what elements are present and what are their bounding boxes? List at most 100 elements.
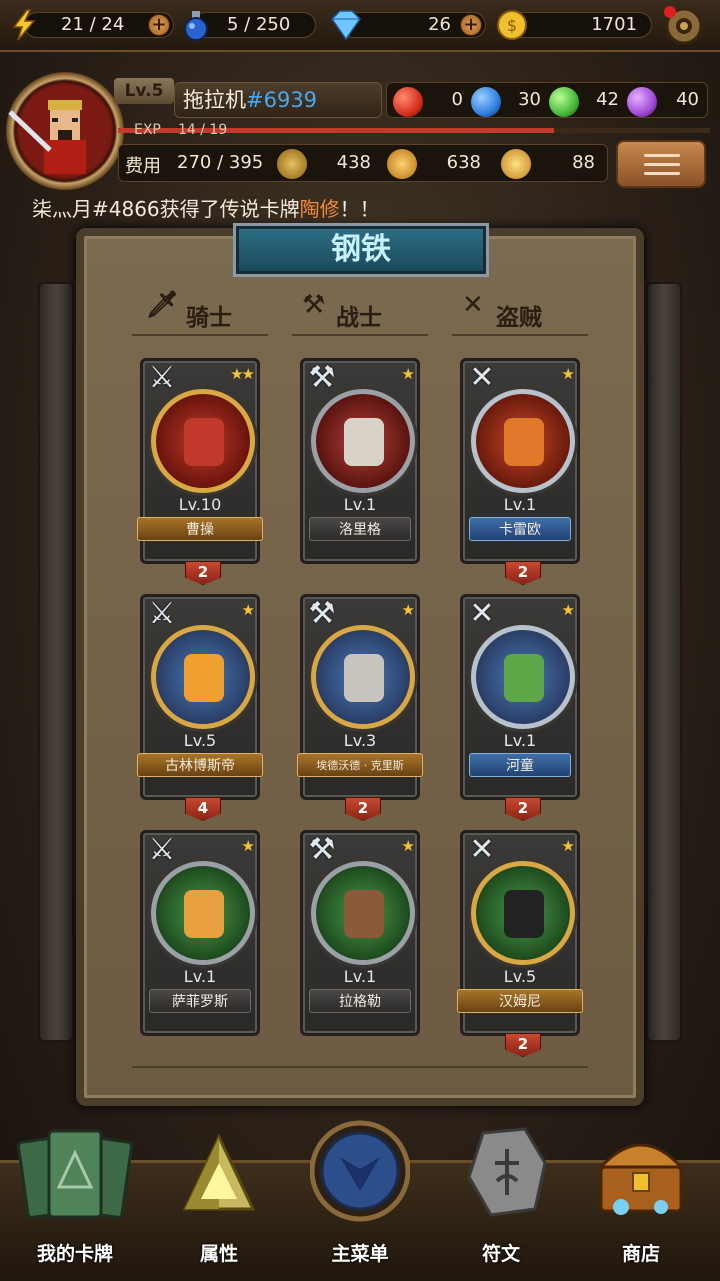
- hero-portrait: [471, 861, 575, 965]
- star-rating-icon: ★: [561, 365, 576, 383]
- defense-value: 638: [446, 152, 481, 173]
- ticker-suffix: ！！: [339, 197, 380, 221]
- board-title: 钢铁: [236, 226, 486, 274]
- card-name: 埃德沃德 · 克里斯: [297, 753, 423, 777]
- diamond-icon: [326, 9, 361, 41]
- nav-label: 属性: [199, 1243, 238, 1265]
- card-name: 卡雷欧: [469, 517, 571, 541]
- gold-value: 1701: [510, 12, 652, 38]
- warlord-portrait-icon: [8, 100, 86, 174]
- nav-label: 我的卡牌: [36, 1243, 113, 1265]
- card-name: 汉姆尼: [457, 989, 583, 1013]
- card-level: Lv.1: [343, 967, 377, 986]
- energy-add-button[interactable]: +: [148, 14, 170, 36]
- card-level: Lv.5: [183, 731, 217, 750]
- star-rating-icon: ★: [241, 601, 256, 619]
- class-header-knight: 🗡 骑士: [146, 290, 276, 331]
- hero-portrait: [471, 389, 575, 493]
- gem-counters: 0 30 42 40: [386, 82, 708, 118]
- card-level: Lv.1: [183, 967, 217, 986]
- card-name: 河童: [469, 753, 571, 777]
- hero-card[interactable]: ✕ ★ Lv.1 卡雷欧 2: [460, 358, 580, 585]
- cost-value: 270 / 395: [177, 152, 264, 173]
- menu-line-icon: [644, 172, 680, 175]
- card-level: Lv.3: [343, 731, 377, 750]
- hero-portrait: [151, 861, 255, 965]
- hero-card[interactable]: ⚔ ★ Lv.5 古林博斯帝 4: [137, 594, 263, 821]
- card-name: 曹操: [137, 517, 263, 541]
- potion-resource: 5 / 250: [180, 9, 316, 41]
- blue-gem-count: 30: [518, 89, 541, 110]
- axe-icon: ⚒: [302, 290, 326, 320]
- purple-gem-count: 40: [676, 89, 699, 110]
- card-class-icon: ✕: [469, 596, 495, 631]
- hero-sprite: [184, 890, 224, 938]
- card-class-icon: ⚒: [308, 832, 336, 867]
- potion-icon: [180, 9, 212, 41]
- blue-gem-icon: [471, 87, 501, 117]
- diamond-resource: 26 +: [326, 9, 486, 41]
- player-profile: Lv.5 拖拉机#6939 0 30 42 40 EXP 14 / 19 费用 …: [0, 58, 720, 190]
- player-avatar[interactable]: [6, 72, 124, 190]
- exp-label: EXP: [134, 122, 161, 138]
- hamburger-menu-button[interactable]: [616, 140, 706, 188]
- settings-button[interactable]: [664, 6, 704, 46]
- divider: [452, 334, 588, 336]
- cost-label: 费用: [125, 156, 161, 177]
- class-label-knight: 骑士: [186, 305, 232, 331]
- hero-card[interactable]: ⚔ ★★ Lv.10 曹操 2: [137, 358, 263, 585]
- stat-bar: 费用 270 / 395 438 638 88: [118, 144, 608, 182]
- class-header-warrior: ⚒ 战士: [302, 290, 432, 331]
- hero-sprite: [344, 890, 384, 938]
- star-rating-icon: ★: [401, 601, 416, 619]
- exp-row: EXP 14 / 19: [130, 118, 710, 142]
- nav-my-cards[interactable]: 我的卡牌: [10, 1129, 140, 1281]
- hero-card[interactable]: ⚒ ★ Lv.3 埃德沃德 · 克里斯 2: [297, 594, 423, 821]
- coin-icon: $: [496, 9, 528, 41]
- ticker-prefix: 柒灬月#4866获得了传说卡牌: [32, 197, 300, 221]
- card-class-icon: ⚔: [148, 596, 176, 631]
- card-level: Lv.1: [503, 495, 537, 514]
- hero-card[interactable]: ✕ ★ Lv.5 汉姆尼 2: [457, 830, 583, 1057]
- star-rating-icon: ★: [241, 837, 256, 855]
- main-emblem-icon: [309, 1120, 411, 1223]
- rune-stone-icon: [461, 1123, 547, 1223]
- hero-portrait: [311, 861, 415, 965]
- hero-sprite: [344, 654, 384, 702]
- star-rating-icon: ★: [401, 365, 416, 383]
- player-level: Lv.5: [114, 78, 174, 104]
- heart-icon: [387, 149, 417, 179]
- divider: [292, 334, 428, 336]
- pyramid-icon: [179, 1123, 259, 1223]
- hero-card[interactable]: ✕ ★ Lv.1 河童 2: [460, 594, 580, 821]
- hero-card[interactable]: ⚒ ★ Lv.1 拉格勒: [300, 830, 420, 1036]
- hero-portrait: [311, 625, 415, 729]
- purple-gem-icon: [627, 87, 657, 117]
- star-rating-icon: ★: [561, 601, 576, 619]
- card-name: 洛里格: [309, 517, 411, 541]
- nav-shop[interactable]: 商店: [576, 1143, 706, 1281]
- star-rating-icon: ★★: [230, 365, 255, 383]
- player-tag: #6939: [246, 88, 318, 112]
- plus-cross-icon: [501, 149, 531, 179]
- card-class-icon: ✕: [469, 360, 495, 395]
- svg-text:$: $: [507, 16, 517, 35]
- hero-card[interactable]: ⚔ ★ Lv.1 萨菲罗斯: [140, 830, 260, 1036]
- cards-icon: [16, 1123, 134, 1223]
- player-name-bar[interactable]: 拖拉机#6939: [174, 82, 382, 118]
- left-rail: [38, 282, 74, 1042]
- card-level: Lv.5: [503, 967, 537, 986]
- card-class-icon: ⚔: [148, 832, 176, 867]
- nav-runes[interactable]: 符文: [436, 1127, 566, 1281]
- hero-card[interactable]: ⚒ ★ Lv.1 洛里格: [300, 358, 420, 564]
- resource-bar: 21 / 24 + 5 / 250 26 + 1701 $: [0, 0, 720, 52]
- nav-main-menu[interactable]: 主菜单: [295, 1120, 425, 1281]
- nav-label: 商店: [621, 1243, 660, 1265]
- lightning-icon: [8, 9, 40, 41]
- nav-attributes[interactable]: 属性: [154, 1133, 284, 1281]
- crossed-swords-icon: [277, 149, 307, 179]
- diamond-add-button[interactable]: +: [460, 14, 482, 36]
- gold-resource: 1701 $: [496, 9, 652, 41]
- green-gem-count: 42: [596, 89, 619, 110]
- class-header-rogue: ✕ 盗贼: [462, 290, 592, 331]
